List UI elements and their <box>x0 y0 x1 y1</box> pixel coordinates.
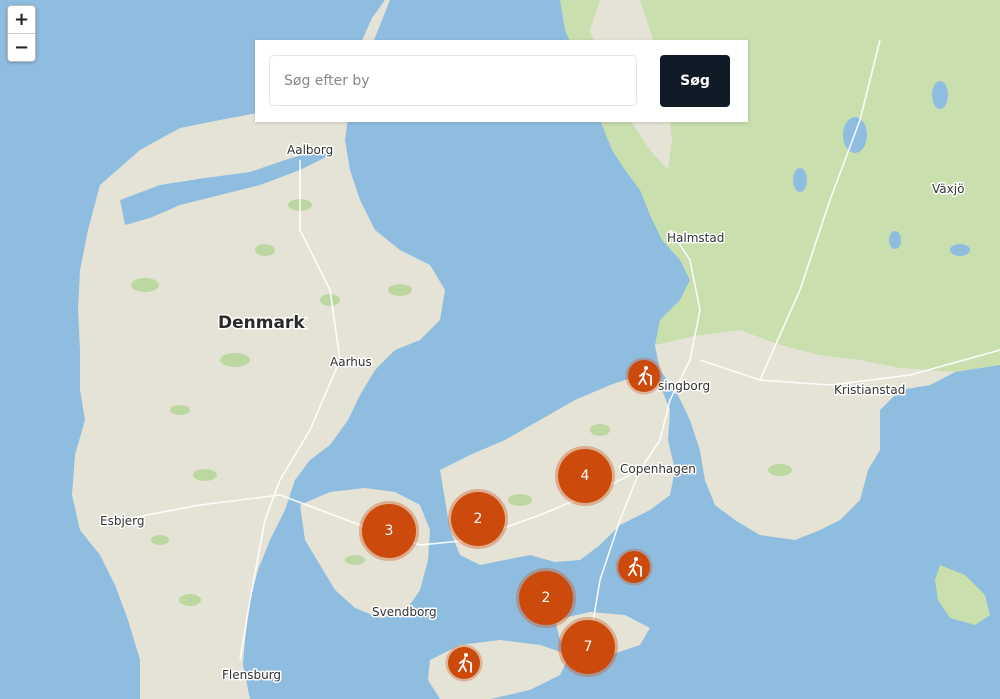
cluster-count: 3 <box>385 523 394 539</box>
cluster-marker[interactable]: 4 <box>555 446 615 506</box>
zoom-in-button[interactable]: + <box>8 6 35 33</box>
cluster-marker[interactable]: 3 <box>359 501 419 561</box>
city-label-halmstad: Halmstad <box>667 231 724 245</box>
cluster-marker[interactable]: 7 <box>558 617 618 677</box>
city-label-vaxjo: Växjö <box>932 182 964 196</box>
cluster-count: 2 <box>474 511 483 527</box>
city-label-kristianstad: Kristianstad <box>834 383 905 397</box>
city-label-aarhus: Aarhus <box>330 355 372 369</box>
hike-marker[interactable] <box>625 357 663 395</box>
cluster-marker[interactable]: 2 <box>448 489 508 549</box>
city-search-input[interactable] <box>269 55 637 106</box>
city-label-flensburg: Flensburg <box>222 668 281 682</box>
hike-marker[interactable] <box>615 548 653 586</box>
search-panel: Søg <box>255 40 748 122</box>
cluster-marker[interactable]: 2 <box>516 568 576 628</box>
city-label-helsingborg: singborg <box>658 379 710 393</box>
city-label-esbjerg: Esbjerg <box>100 514 145 528</box>
country-label-denmark: Denmark <box>218 313 305 333</box>
city-label-copenhagen: Copenhagen <box>620 462 696 476</box>
cluster-count: 4 <box>581 468 590 484</box>
hike-marker[interactable] <box>445 644 483 682</box>
zoom-out-button[interactable]: − <box>8 33 35 61</box>
city-label-svendborg: Svendborg <box>372 605 437 619</box>
cluster-count: 2 <box>542 590 551 606</box>
cluster-count: 7 <box>584 639 593 655</box>
search-button[interactable]: Søg <box>660 55 730 107</box>
zoom-control: + − <box>7 5 36 62</box>
city-label-aalborg: Aalborg <box>287 143 333 157</box>
